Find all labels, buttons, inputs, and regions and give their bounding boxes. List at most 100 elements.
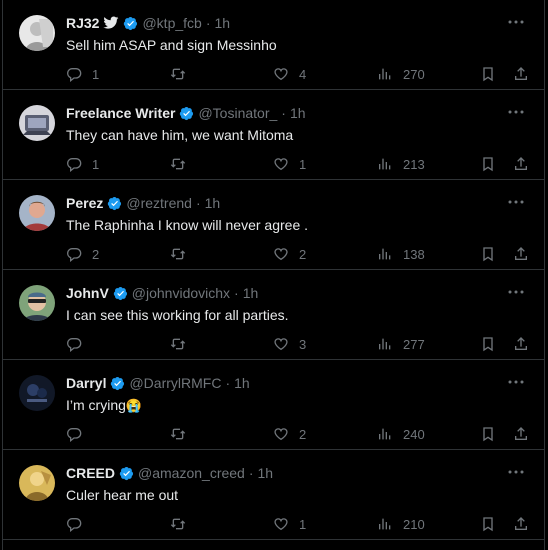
like-button[interactable]: 1 bbox=[273, 154, 306, 174]
reply-button[interactable]: 1 bbox=[66, 64, 99, 84]
timestamp[interactable]: 1h bbox=[243, 285, 259, 301]
tweet-text: I can see this working for all parties. bbox=[66, 307, 289, 323]
retweet-icon bbox=[170, 338, 186, 350]
bookmark-icon bbox=[483, 67, 493, 82]
like-button[interactable]: 4 bbox=[273, 64, 306, 84]
reply-tweet[interactable]: Freelance Writer @Tosinator_ · 1h They c… bbox=[3, 90, 544, 180]
retweet-button[interactable] bbox=[170, 64, 196, 84]
share-button[interactable] bbox=[513, 154, 529, 174]
reply-count: 1 bbox=[92, 66, 100, 82]
reply-thread: RJ32 @ktp_fcb · 1h Sell him ASAP and sig… bbox=[2, 0, 545, 550]
bookmark-button[interactable] bbox=[480, 514, 496, 534]
more-options-icon[interactable] bbox=[506, 12, 526, 32]
reply-button[interactable] bbox=[66, 424, 92, 444]
reply-tweet[interactable]: CREED @amazon_creed · 1h Culer hear me o… bbox=[3, 450, 544, 540]
views-button[interactable]: 277 bbox=[377, 334, 425, 354]
views-button[interactable]: 138 bbox=[377, 244, 425, 264]
like-button[interactable]: 1 bbox=[273, 514, 306, 534]
username-handle[interactable]: @amazon_creed bbox=[138, 465, 245, 481]
username-handle[interactable]: @reztrend bbox=[126, 195, 192, 211]
tweet-text: The Raphinha I know will never agree . bbox=[66, 217, 309, 233]
tweet-header: JohnV @johnvidovichx · 1h bbox=[66, 283, 258, 303]
views-button[interactable]: 213 bbox=[377, 154, 425, 174]
username-handle[interactable]: @DarrylRMFC bbox=[129, 375, 221, 391]
avatar[interactable] bbox=[19, 195, 55, 231]
like-button[interactable]: 2 bbox=[273, 424, 306, 444]
view-count: 213 bbox=[403, 156, 425, 172]
more-options-icon[interactable] bbox=[506, 462, 526, 482]
display-name[interactable]: CREED bbox=[66, 465, 115, 481]
retweet-button[interactable] bbox=[170, 334, 196, 354]
tweet-header: Freelance Writer @Tosinator_ · 1h bbox=[66, 103, 306, 123]
share-button[interactable] bbox=[513, 244, 529, 264]
retweet-button[interactable] bbox=[170, 244, 196, 264]
like-button[interactable]: 3 bbox=[273, 334, 306, 354]
share-icon bbox=[515, 67, 527, 80]
display-name[interactable]: RJ32 bbox=[66, 15, 99, 31]
views-button[interactable]: 270 bbox=[377, 64, 425, 84]
reply-button[interactable]: 1 bbox=[66, 154, 99, 174]
heart-icon bbox=[274, 68, 288, 81]
bookmark-button[interactable] bbox=[480, 334, 496, 354]
retweet-button[interactable] bbox=[170, 514, 196, 534]
verified-badge-icon bbox=[108, 196, 122, 210]
like-count: 2 bbox=[299, 246, 307, 262]
action-bar: 2 2 138 bbox=[3, 244, 544, 264]
reply-icon bbox=[67, 68, 82, 82]
display-name[interactable]: JohnV bbox=[66, 285, 109, 301]
bookmark-button[interactable] bbox=[480, 64, 496, 84]
reply-button[interactable] bbox=[66, 514, 92, 534]
tweet-text-body: I’m crying bbox=[66, 397, 126, 413]
bookmark-icon bbox=[483, 517, 493, 532]
share-button[interactable] bbox=[513, 424, 529, 444]
reply-button[interactable] bbox=[66, 334, 92, 354]
share-button[interactable] bbox=[513, 64, 529, 84]
share-icon bbox=[515, 517, 527, 530]
like-count: 4 bbox=[299, 66, 307, 82]
like-button[interactable]: 2 bbox=[273, 244, 306, 264]
avatar[interactable] bbox=[19, 375, 55, 411]
display-name[interactable]: Darryl bbox=[66, 375, 106, 391]
timestamp[interactable]: 1h bbox=[205, 195, 221, 211]
username-handle[interactable]: @johnvidovichx bbox=[132, 285, 230, 301]
tweet-text: Sell him ASAP and sign Messinho bbox=[66, 37, 277, 53]
share-button[interactable] bbox=[513, 514, 529, 534]
retweet-button[interactable] bbox=[170, 424, 196, 444]
username-handle[interactable]: @ktp_fcb bbox=[142, 15, 201, 31]
bookmark-button[interactable] bbox=[480, 154, 496, 174]
retweet-button[interactable] bbox=[170, 154, 196, 174]
more-options-icon[interactable] bbox=[506, 102, 526, 122]
separator-dot: · bbox=[195, 195, 201, 211]
tweet-header: Darryl @DarrylRMFC · 1h bbox=[66, 373, 250, 393]
avatar[interactable] bbox=[19, 465, 55, 501]
timestamp[interactable]: 1h bbox=[234, 375, 250, 391]
more-options-icon[interactable] bbox=[506, 282, 526, 302]
bookmark-button[interactable] bbox=[480, 244, 496, 264]
share-button[interactable] bbox=[513, 334, 529, 354]
more-options-icon[interactable] bbox=[506, 192, 526, 212]
display-name[interactable]: Freelance Writer bbox=[66, 105, 175, 121]
avatar[interactable] bbox=[19, 105, 55, 141]
bookmark-icon bbox=[483, 247, 493, 262]
reply-tweet[interactable]: Darryl @DarrylRMFC · 1h I’m crying😭 2 24… bbox=[3, 360, 544, 450]
timestamp[interactable]: 1h bbox=[290, 105, 306, 121]
view-count: 277 bbox=[403, 336, 425, 352]
reply-tweet[interactable]: RJ32 @ktp_fcb · 1h Sell him ASAP and sig… bbox=[3, 0, 544, 90]
like-count: 3 bbox=[299, 336, 307, 352]
display-name[interactable]: Perez bbox=[66, 195, 103, 211]
views-button[interactable]: 240 bbox=[377, 424, 425, 444]
username-handle[interactable]: @Tosinator_ bbox=[198, 105, 277, 121]
avatar[interactable] bbox=[19, 285, 55, 321]
reply-tweet[interactable]: Perez @reztrend · 1h The Raphinha I know… bbox=[3, 180, 544, 270]
separator-dot: · bbox=[234, 285, 239, 301]
bookmark-button[interactable] bbox=[480, 424, 496, 444]
avatar[interactable] bbox=[19, 15, 55, 51]
more-options-icon[interactable] bbox=[506, 372, 526, 392]
reply-icon bbox=[67, 338, 82, 352]
timestamp[interactable]: 1h bbox=[215, 15, 231, 31]
tweet-text: They can have him, we want Mitoma bbox=[66, 127, 294, 143]
reply-tweet[interactable]: JohnV @johnvidovichx · 1h I can see this… bbox=[3, 270, 544, 360]
timestamp[interactable]: 1h bbox=[258, 465, 274, 481]
views-button[interactable]: 210 bbox=[377, 514, 425, 534]
reply-button[interactable]: 2 bbox=[66, 244, 99, 264]
